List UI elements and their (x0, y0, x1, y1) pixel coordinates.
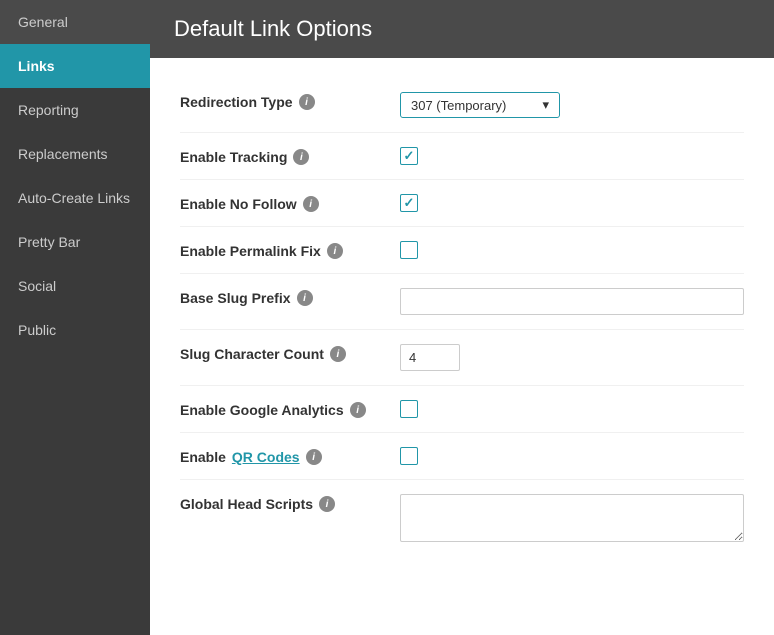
redirection-type-info-icon[interactable]: i (299, 94, 315, 110)
redirection-type-label: Redirection Type i (180, 92, 400, 110)
enable-no-follow-info-icon[interactable]: i (303, 196, 319, 212)
enable-qr-codes-control (400, 447, 744, 465)
slug-character-count-row: Slug Character Count i (180, 330, 744, 386)
sidebar-item-social[interactable]: Social (0, 264, 150, 308)
global-head-scripts-control (400, 494, 744, 545)
global-head-scripts-row: Global Head Scripts i (180, 480, 744, 559)
enable-tracking-control (400, 147, 744, 165)
enable-qr-codes-row: Enable QR Codes i (180, 433, 744, 480)
enable-permalink-fix-row: Enable Permalink Fix i (180, 227, 744, 274)
sidebar-item-pretty-bar[interactable]: Pretty Bar (0, 220, 150, 264)
enable-google-analytics-label: Enable Google Analytics i (180, 400, 400, 418)
redirection-type-control: 307 (Temporary) ▾ (400, 92, 744, 118)
base-slug-prefix-control (400, 288, 744, 315)
enable-permalink-fix-control (400, 241, 744, 259)
enable-qr-codes-info-icon[interactable]: i (306, 449, 322, 465)
enable-tracking-info-icon[interactable]: i (293, 149, 309, 165)
sidebar-item-reporting[interactable]: Reporting (0, 88, 150, 132)
base-slug-prefix-label: Base Slug Prefix i (180, 288, 400, 306)
base-slug-prefix-info-icon[interactable]: i (297, 290, 313, 306)
enable-no-follow-control (400, 194, 744, 212)
slug-character-count-info-icon[interactable]: i (330, 346, 346, 362)
sidebar-item-auto-create-links[interactable]: Auto-Create Links (0, 176, 150, 220)
qr-codes-link[interactable]: QR Codes (232, 449, 300, 465)
enable-google-analytics-control (400, 400, 744, 418)
enable-tracking-checkbox[interactable] (400, 147, 418, 165)
base-slug-prefix-row: Base Slug Prefix i (180, 274, 744, 330)
enable-qr-codes-checkbox[interactable] (400, 447, 418, 465)
enable-google-analytics-row: Enable Google Analytics i (180, 386, 744, 433)
enable-no-follow-label: Enable No Follow i (180, 194, 400, 212)
redirection-type-select[interactable]: 307 (Temporary) ▾ (400, 92, 560, 118)
chevron-down-icon: ▾ (542, 97, 549, 113)
base-slug-prefix-input[interactable] (400, 288, 744, 315)
enable-tracking-label: Enable Tracking i (180, 147, 400, 165)
page-title: Default Link Options (174, 16, 750, 42)
global-head-scripts-label: Global Head Scripts i (180, 494, 400, 512)
enable-google-analytics-info-icon[interactable]: i (350, 402, 366, 418)
sidebar-item-general[interactable]: General (0, 0, 150, 44)
main-content: Default Link Options Redirection Type i … (150, 0, 774, 635)
page-header: Default Link Options (150, 0, 774, 58)
enable-permalink-fix-info-icon[interactable]: i (327, 243, 343, 259)
form-content: Redirection Type i 307 (Temporary) ▾ Ena… (150, 58, 774, 579)
sidebar: General Links Reporting Replacements Aut… (0, 0, 150, 635)
enable-qr-codes-label: Enable QR Codes i (180, 447, 400, 465)
sidebar-item-replacements[interactable]: Replacements (0, 132, 150, 176)
enable-google-analytics-checkbox[interactable] (400, 400, 418, 418)
enable-permalink-fix-checkbox[interactable] (400, 241, 418, 259)
sidebar-item-public[interactable]: Public (0, 308, 150, 352)
enable-permalink-fix-label: Enable Permalink Fix i (180, 241, 400, 259)
redirection-type-row: Redirection Type i 307 (Temporary) ▾ (180, 78, 744, 133)
sidebar-item-links[interactable]: Links (0, 44, 150, 88)
enable-no-follow-checkbox[interactable] (400, 194, 418, 212)
slug-character-count-control (400, 344, 744, 371)
slug-character-count-label: Slug Character Count i (180, 344, 400, 362)
global-head-scripts-info-icon[interactable]: i (319, 496, 335, 512)
enable-no-follow-row: Enable No Follow i (180, 180, 744, 227)
slug-character-count-input[interactable] (400, 344, 460, 371)
global-head-scripts-input[interactable] (400, 494, 744, 542)
enable-tracking-row: Enable Tracking i (180, 133, 744, 180)
